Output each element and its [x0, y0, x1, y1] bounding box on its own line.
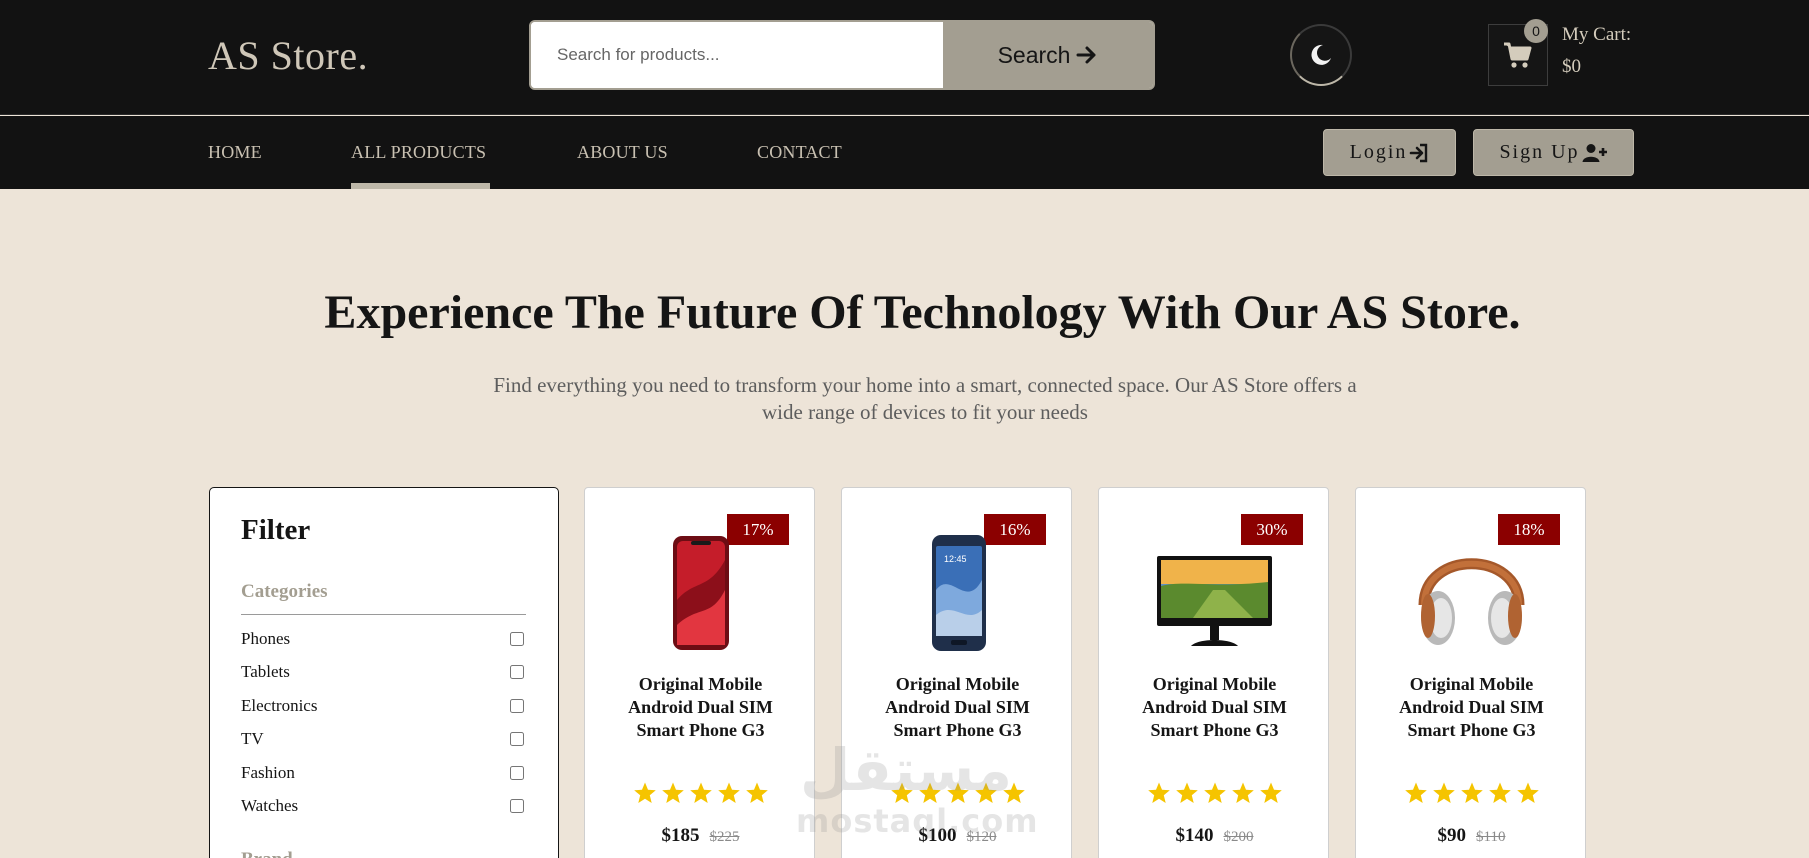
rating-stars — [1376, 781, 1567, 805]
product-price: $140 — [1175, 825, 1214, 846]
category-label: Tablets — [241, 662, 290, 681]
product-card[interactable]: 16% 12:45 Original Mobile Android Dual S… — [841, 487, 1072, 858]
login-label: Login — [1349, 141, 1408, 163]
categories-heading: Categories — [241, 581, 328, 602]
product-card[interactable]: 17% Original Mobile Android Dual SIM Sma… — [584, 487, 815, 858]
star-icon — [633, 782, 656, 803]
category-tv[interactable]: TV — [241, 728, 526, 750]
cart-label: My Cart: — [1562, 24, 1632, 45]
product-card[interactable]: 18% Original Mobile Android Dual SIM Sma… — [1355, 487, 1586, 858]
headphones-image — [1418, 558, 1525, 645]
product-name: Original Mobile Android Dual SIM Smart P… — [628, 674, 773, 740]
moon-icon — [1311, 44, 1331, 65]
category-checkbox[interactable] — [510, 699, 524, 713]
star-icon — [1432, 782, 1455, 803]
price-row: $100 $120 — [862, 825, 1053, 847]
search-button[interactable]: Search — [943, 22, 1153, 88]
price-row: $185 $225 — [605, 825, 796, 847]
brand-heading: Brand — [241, 849, 293, 858]
star-icon — [946, 782, 969, 803]
theme-toggle-button[interactable] — [1290, 24, 1352, 86]
category-label: Fashion — [241, 763, 295, 782]
product-name: Original Mobile Android Dual SIM Smart P… — [1399, 674, 1544, 740]
main-nav: HOME ALL PRODUCTS ABOUT US CONTACT Login… — [0, 116, 1809, 189]
top-header: AS Store. Search 0 My Cart: $0 — [0, 0, 1809, 115]
category-electronics[interactable]: Electronics — [241, 695, 526, 717]
category-label: Electronics — [241, 696, 318, 715]
rating-stars — [862, 781, 1053, 805]
blue-smartphone-image: 12:45 — [932, 535, 986, 651]
cart-total: $0 — [1562, 56, 1581, 77]
star-icon — [1002, 782, 1025, 803]
star-icon — [974, 782, 997, 803]
cart-count-badge: 0 — [1524, 19, 1548, 43]
red-smartphone-image — [673, 536, 729, 650]
star-icon — [918, 782, 941, 803]
rating-stars — [1119, 781, 1310, 805]
product-name: Original Mobile Android Dual SIM Smart P… — [885, 674, 1030, 740]
star-icon — [689, 782, 712, 803]
svg-text:12:45: 12:45 — [944, 554, 967, 564]
product-old-price: $120 — [966, 829, 997, 845]
search-bar: Search — [529, 20, 1155, 90]
filter-title: Filter — [241, 514, 311, 546]
product-card[interactable]: 30% Original Mobile Android Dual SIM Sma… — [1098, 487, 1329, 858]
star-icon — [1516, 782, 1539, 803]
cart-icon — [1504, 42, 1532, 68]
category-watches[interactable]: Watches — [241, 795, 526, 817]
product-old-price: $200 — [1223, 829, 1254, 845]
nav-active-indicator — [351, 183, 490, 189]
category-phones[interactable]: Phones — [241, 628, 526, 650]
star-icon — [1404, 782, 1427, 803]
hero-title: Experience The Future Of Technology With… — [324, 286, 1521, 339]
star-icon — [1175, 782, 1198, 803]
product-price: $185 — [661, 825, 700, 846]
category-tablets[interactable]: Tablets — [241, 661, 526, 683]
arrow-right-icon — [1076, 46, 1096, 64]
hero-subtitle: Find everything you need to transform yo… — [493, 373, 1357, 424]
star-icon — [890, 782, 913, 803]
category-checkbox[interactable] — [510, 665, 524, 679]
category-label: TV — [241, 729, 264, 748]
category-checkbox[interactable] — [510, 732, 524, 746]
nav-home[interactable]: HOME — [208, 142, 262, 163]
product-old-price: $110 — [1476, 829, 1506, 845]
price-row: $140 $200 — [1119, 825, 1310, 847]
divider — [241, 614, 526, 615]
category-label: Watches — [241, 796, 299, 815]
star-icon — [1231, 782, 1254, 803]
star-icon — [1488, 782, 1511, 803]
filter-panel: Filter Categories Phones Tablets Electro… — [209, 487, 559, 858]
rating-stars — [605, 781, 796, 805]
store-logo[interactable]: AS Store. — [208, 32, 368, 79]
star-icon — [661, 782, 684, 803]
product-price: $90 — [1437, 825, 1467, 846]
star-icon — [745, 782, 768, 803]
search-button-label: Search — [997, 41, 1071, 68]
search-input[interactable] — [531, 22, 943, 88]
nav-about-us[interactable]: ABOUT US — [577, 142, 668, 163]
product-old-price: $225 — [709, 829, 740, 845]
star-icon — [1203, 782, 1226, 803]
monitor-image — [1157, 556, 1272, 646]
category-checkbox[interactable] — [510, 766, 524, 780]
product-price: $100 — [918, 825, 957, 846]
product-name: Original Mobile Android Dual SIM Smart P… — [1142, 674, 1287, 740]
signup-button[interactable]: Sign Up — [1473, 129, 1634, 176]
user-plus-icon — [1582, 143, 1607, 162]
star-icon — [1460, 782, 1483, 803]
nav-all-products[interactable]: ALL PRODUCTS — [351, 142, 486, 163]
sign-in-icon — [1410, 143, 1428, 162]
star-icon — [1147, 782, 1170, 803]
category-label: Phones — [241, 629, 291, 648]
nav-contact[interactable]: CONTACT — [757, 142, 842, 163]
price-row: $90 $110 — [1376, 825, 1567, 847]
category-checkbox[interactable] — [510, 632, 524, 646]
star-icon — [717, 782, 740, 803]
login-button[interactable]: Login — [1323, 129, 1456, 176]
star-icon — [1259, 782, 1282, 803]
category-checkbox[interactable] — [510, 799, 524, 813]
category-fashion[interactable]: Fashion — [241, 762, 526, 784]
signup-label: Sign Up — [1499, 141, 1580, 163]
